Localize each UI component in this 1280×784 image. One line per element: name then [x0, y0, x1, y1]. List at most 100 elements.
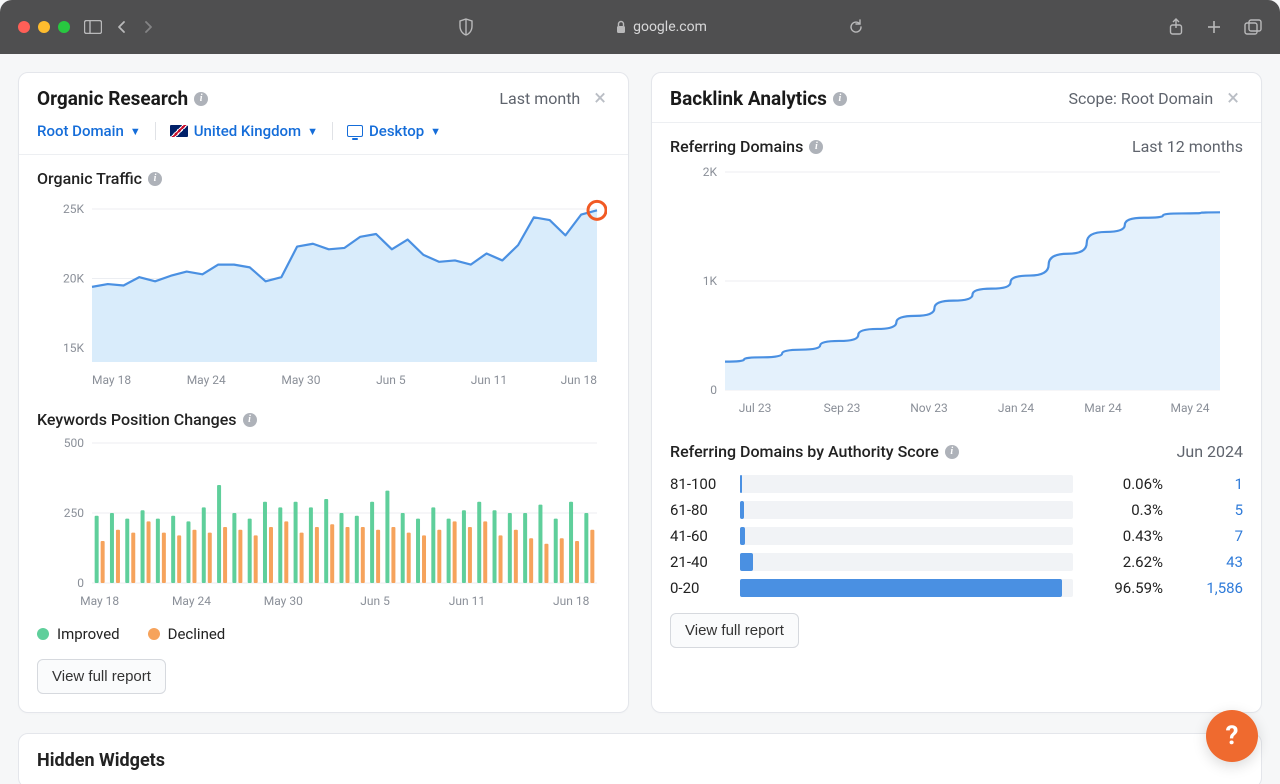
- share-icon[interactable]: [1168, 18, 1184, 36]
- svg-text:Jun 5: Jun 5: [360, 594, 390, 608]
- svg-text:0: 0: [77, 576, 84, 590]
- reload-icon[interactable]: [848, 19, 864, 35]
- svg-text:25K: 25K: [63, 202, 84, 216]
- ref-domains-title: Referring Domains: [670, 137, 803, 156]
- svg-text:20K: 20K: [63, 272, 84, 286]
- country-filter[interactable]: United Kingdom ▼: [170, 122, 318, 140]
- close-window[interactable]: [18, 21, 30, 33]
- uk-flag-icon: [170, 125, 188, 137]
- svg-text:May 18: May 18: [80, 594, 119, 608]
- authority-percent: 0.3%: [1083, 501, 1163, 519]
- help-button[interactable]: ?: [1206, 710, 1258, 762]
- authority-bar: [740, 527, 1073, 545]
- chevron-down-icon: ▼: [130, 125, 141, 138]
- chevron-down-icon: ▼: [307, 125, 318, 138]
- forward-icon[interactable]: [142, 20, 154, 34]
- hidden-widgets-title: Hidden Widgets: [37, 750, 165, 771]
- panel-meta: Scope: Root Domain: [1069, 89, 1214, 108]
- svg-text:May 30: May 30: [264, 594, 303, 608]
- authority-percent: 0.43%: [1083, 527, 1163, 545]
- new-tab-icon[interactable]: [1206, 19, 1222, 35]
- info-icon[interactable]: i: [833, 92, 847, 106]
- authority-count[interactable]: 5: [1173, 501, 1243, 519]
- authority-bar: [740, 501, 1073, 519]
- desktop-icon: [347, 125, 363, 137]
- maximize-window[interactable]: [58, 21, 70, 33]
- backlink-analytics-panel: Backlink Analytics i Scope: Root Domain …: [651, 72, 1262, 713]
- svg-text:15K: 15K: [63, 341, 84, 355]
- svg-text:2K: 2K: [703, 165, 718, 179]
- authority-range-label: 21-40: [670, 553, 730, 571]
- shield-icon[interactable]: [458, 18, 474, 36]
- svg-text:Sep 23: Sep 23: [824, 401, 861, 415]
- authority-count[interactable]: 7: [1173, 527, 1243, 545]
- address-bar[interactable]: google.com: [488, 19, 833, 35]
- authority-count[interactable]: 1: [1173, 475, 1243, 493]
- authority-percent: 0.06%: [1083, 475, 1163, 493]
- authority-percent: 96.59%: [1083, 579, 1163, 597]
- svg-text:May 24: May 24: [172, 594, 211, 608]
- panel-title: Backlink Analytics: [670, 87, 827, 110]
- info-icon[interactable]: i: [809, 140, 823, 154]
- svg-text:Jun 11: Jun 11: [449, 594, 485, 608]
- authority-range-label: 61-80: [670, 501, 730, 519]
- panel-meta: Last month: [499, 89, 580, 108]
- svg-text:Nov 23: Nov 23: [910, 401, 948, 415]
- svg-text:May 30: May 30: [281, 373, 320, 387]
- authority-row: 61-80 0.3% 5: [670, 497, 1243, 523]
- keywords-title: Keywords Position Changes: [37, 410, 237, 429]
- svg-text:0: 0: [710, 383, 717, 397]
- legend-improved: Improved: [37, 625, 120, 643]
- authority-range-label: 0-20: [670, 579, 730, 597]
- authority-percent: 2.62%: [1083, 553, 1163, 571]
- authority-row: 41-600.43%7: [670, 523, 1243, 549]
- ref-domains-chart: 01K2KJul 23Sep 23Nov 23Jan 24Mar 24May 2…: [670, 160, 1243, 420]
- svg-text:May 24: May 24: [187, 373, 226, 387]
- svg-text:Jun 5: Jun 5: [376, 373, 406, 387]
- svg-text:Jul 23: Jul 23: [739, 401, 772, 415]
- filters-row: Root Domain ▼ United Kingdom ▼ Desktop ▼: [19, 122, 628, 154]
- scope-filter[interactable]: Root Domain ▼: [37, 122, 141, 140]
- close-icon[interactable]: ×: [1223, 88, 1243, 110]
- svg-text:500: 500: [64, 436, 84, 450]
- browser-chrome: google.com: [0, 0, 1280, 54]
- window-controls: [18, 21, 70, 33]
- auth-title: Referring Domains by Authority Score: [670, 442, 939, 461]
- svg-text:Jun 18: Jun 18: [561, 373, 598, 387]
- view-full-report-button[interactable]: View full report: [670, 613, 799, 648]
- svg-text:Mar 24: Mar 24: [1084, 401, 1122, 415]
- minimize-window[interactable]: [38, 21, 50, 33]
- svg-text:May 24: May 24: [1170, 401, 1209, 415]
- authority-row: 21-40 2.62% 43: [670, 549, 1243, 575]
- hidden-widgets-panel: Hidden Widgets: [18, 733, 1262, 784]
- chevron-down-icon: ▼: [430, 125, 441, 138]
- authority-row: 81-100 0.06% 1: [670, 471, 1243, 497]
- device-filter[interactable]: Desktop ▼: [347, 122, 441, 140]
- authority-bar: [740, 475, 1073, 493]
- authority-row: 0-20 96.59% 1,586: [670, 575, 1243, 601]
- info-icon[interactable]: i: [945, 445, 959, 459]
- tabs-icon[interactable]: [1244, 19, 1262, 35]
- view-full-report-button[interactable]: View full report: [37, 659, 166, 694]
- sidebar-toggle-icon[interactable]: [84, 20, 102, 34]
- legend-declined: Declined: [148, 625, 226, 643]
- authority-bar: [740, 579, 1073, 597]
- svg-text:Jun 11: Jun 11: [471, 373, 507, 387]
- organic-research-panel: Organic Research i Last month × Root Dom…: [18, 72, 629, 713]
- svg-text:1K: 1K: [703, 274, 718, 288]
- info-icon[interactable]: i: [243, 413, 257, 427]
- back-icon[interactable]: [116, 20, 128, 34]
- authority-count[interactable]: 43: [1173, 553, 1243, 571]
- keywords-chart: 0250500May 18May 24May 30Jun 5Jun 11Jun …: [37, 433, 610, 613]
- url-host: google.com: [633, 19, 707, 35]
- svg-text:250: 250: [64, 506, 84, 520]
- lock-icon: [615, 20, 627, 34]
- organic-traffic-title: Organic Traffic: [37, 169, 142, 188]
- info-icon[interactable]: i: [194, 92, 208, 106]
- svg-text:May 18: May 18: [92, 373, 131, 387]
- auth-date: Jun 2024: [1177, 442, 1243, 461]
- close-icon[interactable]: ×: [590, 88, 610, 110]
- info-icon[interactable]: i: [148, 172, 162, 186]
- authority-count[interactable]: 1,586: [1173, 579, 1243, 597]
- authority-range-label: 81-100: [670, 475, 730, 493]
